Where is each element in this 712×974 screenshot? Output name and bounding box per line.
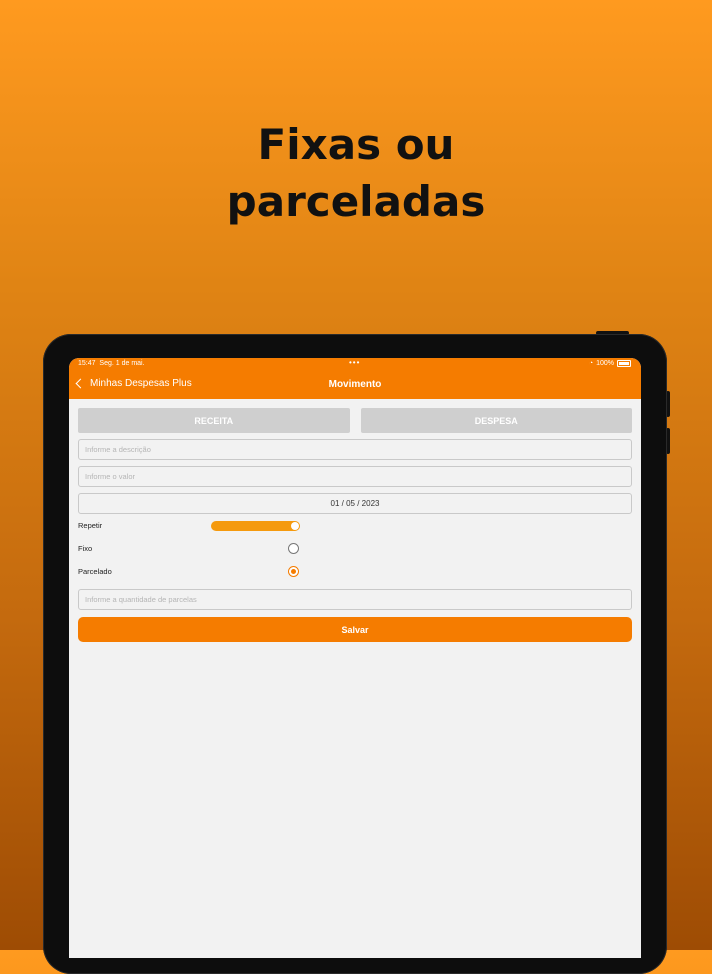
parcelado-label: Parcelado	[78, 567, 112, 576]
status-bar: 15:47 Seg. 1 de mai. ••• ◔ 100%	[69, 358, 641, 371]
status-date: Seg. 1 de mai.	[99, 360, 145, 367]
parcelado-row: Parcelado	[78, 561, 632, 583]
page-title: Movimento	[328, 379, 382, 390]
headline-line-1: Fixas ou	[257, 120, 455, 169]
date-field[interactable]: 01 / 05 / 2023	[78, 493, 632, 514]
form-content: RECEITA DESPESA Informe a descrição Info…	[69, 399, 641, 642]
app-screen: 15:47 Seg. 1 de mai. ••• ◔ 100% Minhas D…	[69, 358, 641, 958]
battery-percent: 100%	[596, 360, 614, 367]
despesa-button[interactable]: DESPESA	[360, 408, 632, 433]
value-field[interactable]: Informe o valor	[78, 466, 632, 487]
fixo-label: Fixo	[78, 544, 93, 553]
repetir-label: Repetir	[78, 521, 103, 530]
repetir-toggle[interactable]	[211, 521, 300, 531]
parcelado-radio[interactable]	[288, 566, 299, 577]
fixo-row: Fixo	[78, 538, 632, 560]
battery-icon	[617, 360, 631, 367]
wifi-icon: ◔	[588, 360, 594, 367]
status-time: 15:47 Seg. 1 de mai.	[78, 360, 145, 367]
save-button[interactable]: Salvar	[78, 617, 632, 642]
fixo-radio[interactable]	[288, 543, 299, 554]
parcelas-field[interactable]: Informe a quantidade de parcelas	[78, 589, 632, 610]
status-right: ◔ 100%	[589, 360, 631, 367]
type-selector: RECEITA DESPESA	[78, 408, 632, 433]
promo-headline: Fixas ou parceladas	[0, 116, 712, 230]
description-field[interactable]: Informe a descrição	[78, 439, 632, 460]
multitasking-dots-icon[interactable]: •••	[349, 358, 360, 367]
navigation-bar: Minhas Despesas Plus Movimento	[69, 371, 641, 399]
receita-button[interactable]: RECEITA	[78, 408, 350, 433]
toggle-knob	[291, 522, 299, 530]
repetir-row: Repetir	[78, 515, 632, 537]
status-clock: 15:47	[78, 360, 96, 367]
headline-line-2: parceladas	[226, 177, 486, 226]
